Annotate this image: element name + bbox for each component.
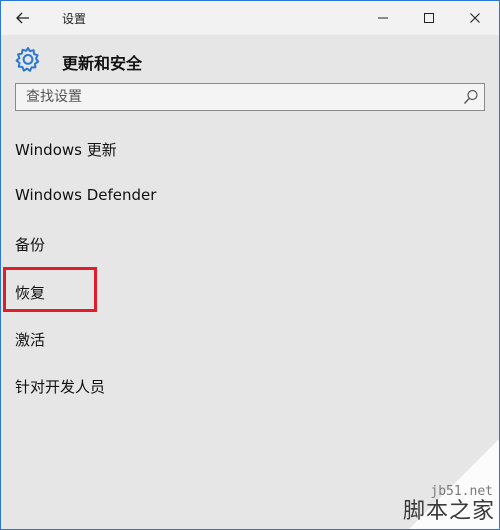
- search-box: [15, 83, 485, 111]
- maximize-button[interactable]: [406, 1, 452, 35]
- nav-item-label: 备份: [15, 236, 46, 254]
- window-title: 设置: [62, 12, 87, 26]
- watermark-fold: [409, 439, 499, 529]
- search-icon[interactable]: [462, 88, 480, 106]
- gear-icon: [15, 47, 40, 72]
- page-header: 更新和安全: [1, 41, 499, 77]
- close-button[interactable]: [452, 1, 498, 35]
- close-icon: [470, 13, 480, 23]
- nav-item-recovery[interactable]: 恢复: [1, 268, 499, 315]
- search-input[interactable]: [16, 84, 456, 110]
- settings-window: 设置 更新和安全 查找设置 Windows 更新 Windows Defende…: [0, 0, 500, 530]
- minimize-icon: [378, 17, 388, 19]
- page-title: 更新和安全: [62, 54, 143, 73]
- nav-item-label: 恢复: [15, 284, 46, 302]
- maximize-icon: [424, 13, 434, 23]
- watermark-url: jb51.net: [430, 484, 493, 499]
- watermark-site-name: 脚本之家: [402, 499, 495, 524]
- nav-item-label: Windows 更新: [15, 141, 117, 159]
- minimize-button[interactable]: [360, 1, 406, 35]
- back-button[interactable]: [9, 5, 37, 31]
- nav-item-activation[interactable]: 激活: [1, 315, 499, 362]
- nav-item-backup[interactable]: 备份: [1, 220, 499, 267]
- site-watermark: jb51.net 脚本之家: [369, 439, 499, 529]
- nav-item-label: 针对开发人员: [15, 378, 106, 396]
- back-arrow-icon: [16, 12, 29, 24]
- nav-item-windows-defender[interactable]: Windows Defender: [1, 172, 499, 219]
- nav-item-label: Windows Defender: [15, 186, 157, 204]
- nav-item-for-developers[interactable]: 针对开发人员: [1, 362, 499, 409]
- nav-item-label: 激活: [15, 331, 46, 349]
- nav-item-windows-update[interactable]: Windows 更新: [1, 125, 499, 172]
- title-bar: 设置: [1, 1, 499, 35]
